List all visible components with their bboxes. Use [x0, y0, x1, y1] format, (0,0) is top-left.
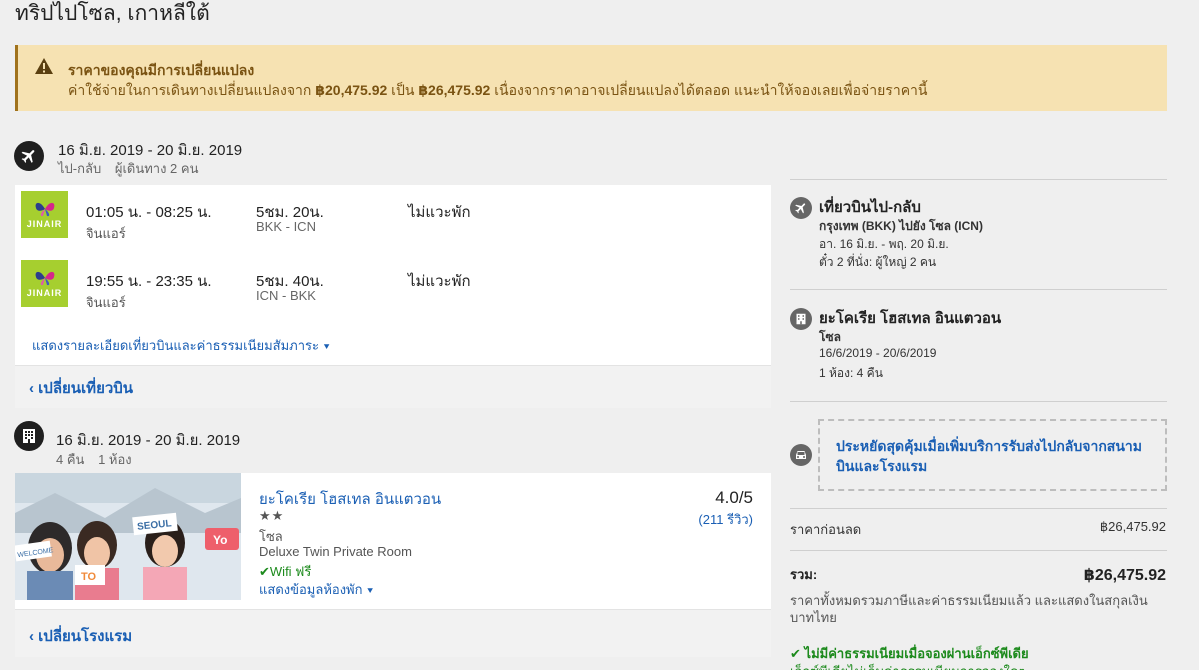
checkmark-icon: ✔ — [790, 646, 801, 661]
pre-discount-label: ราคาก่อนลด — [790, 522, 862, 537]
divider — [790, 401, 1167, 402]
summary-flight-title: เที่ยวบินไป-กลับ — [819, 199, 921, 216]
tax-note: ราคาทั้งหมดรวมภาษีและค่าธรรมเนียมแล้ว แล… — [790, 593, 1148, 625]
summary-hotel-title: ยะโคเรีย โฮสเทล อินแตวอน — [819, 310, 1002, 327]
hotel-name-link[interactable]: ยะโคเรีย โฮสเทล อินแตวอน — [259, 487, 441, 511]
hotel-meta: 4 คืน 1 ห้อง — [56, 452, 132, 467]
change-hotel-bar: ‹ เปลี่ยนโรงแรม — [15, 609, 771, 657]
change-flight-bar: ‹ เปลี่ยนเที่ยวบิน — [15, 365, 771, 408]
hotel-card: SEOUL WELCOME TO Yo ยะโคเรีย โฮสเทล อินแ… — [15, 473, 771, 609]
pre-discount-value: ฿26,475.92 — [1099, 519, 1166, 534]
building-icon — [14, 421, 44, 451]
hotel-photo[interactable]: SEOUL WELCOME TO Yo — [15, 473, 241, 600]
leg-times: 01:05 น. - 08:25 น. — [86, 204, 212, 221]
leg-airline: จินแอร์ — [86, 295, 126, 310]
transfer-promo-link[interactable]: ประหยัดสุดคุ้มเมื่อเพิ่มบริการรับส่งไปกล… — [836, 436, 1156, 476]
airplane-icon — [790, 197, 812, 219]
chevron-double-down-icon: ⯆ — [366, 586, 375, 597]
leg-stops: ไม่แวะพัก — [408, 273, 471, 290]
alert-body: ค่าใช้จ่ายในการเดินทางเปลี่ยนแปลงจาก ฿20… — [68, 82, 928, 98]
svg-text:Yo: Yo — [213, 533, 227, 547]
butterfly-icon — [35, 202, 54, 217]
old-price: ฿20,475.92 — [315, 82, 388, 98]
no-fee-subnote: เอ็กซ์พีเดียไม่เก็บค่าธรรมเนียมการจองใดๆ — [790, 661, 1025, 670]
jinair-logo: JINAIR — [21, 260, 68, 307]
flight-meta: ไป-กลับ ผู้เดินทาง 2 คน — [58, 161, 199, 176]
flight-details-link[interactable]: แสดงรายละเอียดเที่ยวบินและค่าธรรมเนียมสั… — [32, 335, 331, 356]
new-price: ฿26,475.92 — [418, 82, 491, 98]
summary-hotel-city: โซล — [819, 330, 841, 344]
alert-title: ราคาของคุณมีการเปลี่ยนแปลง — [68, 62, 255, 78]
butterfly-icon — [35, 271, 54, 286]
divider — [790, 550, 1167, 551]
warning-icon — [35, 58, 53, 74]
leg-stops: ไม่แวะพัก — [408, 204, 471, 221]
car-icon — [790, 444, 812, 466]
leg-route: BKK - ICN — [256, 219, 316, 234]
flight-card: JINAIR 01:05 น. - 08:25 น. จินแอร์ 5ชม. … — [15, 185, 771, 365]
chevron-double-down-icon: ⯆ — [322, 342, 331, 353]
airplane-icon — [14, 141, 44, 171]
summary-flight-tickets: ตั๋ว 2 ที่นั่ง: ผู้ใหญ่ 2 คน — [819, 255, 937, 269]
page-title: ทริปไปโซล, เกาหลีใต้ — [15, 2, 210, 25]
change-hotel-button[interactable]: ‹ เปลี่ยนโรงแรม — [29, 624, 132, 648]
room-info-link[interactable]: แสดงข้อมูลห้องพัก ⯆ — [259, 579, 374, 600]
divider — [790, 508, 1167, 509]
leg-times: 19:55 น. - 23:35 น. — [86, 273, 212, 290]
summary-hotel-rooms: 1 ห้อง: 4 คืน — [819, 366, 883, 380]
divider — [790, 289, 1167, 290]
hotel-rating: 4.0/5 — [715, 488, 753, 507]
hotel-reviews-link[interactable]: (211 รีวิว) — [698, 509, 753, 530]
jinair-logo: JINAIR — [21, 191, 68, 238]
change-flight-button[interactable]: ‹ เปลี่ยนเที่ยวบิน — [29, 376, 133, 400]
building-icon — [790, 308, 812, 330]
hotel-room-type: Deluxe Twin Private Room — [259, 544, 412, 559]
summary-flight-dates: อา. 16 มิ.ย. - พฤ. 20 มิ.ย. — [819, 237, 949, 251]
price-change-alert: ราคาของคุณมีการเปลี่ยนแปลง ค่าใช้จ่ายในก… — [15, 45, 1167, 111]
leg-route: ICN - BKK — [256, 288, 316, 303]
chevron-left-icon: ‹ — [29, 628, 34, 645]
total-label: รวม: — [790, 567, 818, 582]
svg-text:TO: TO — [81, 571, 97, 583]
chevron-left-icon: ‹ — [29, 380, 34, 397]
summary-flight-route: กรุงเทพ (BKK) ไปยัง โซล (ICN) — [819, 219, 983, 233]
transfer-promo[interactable]: ประหยัดสุดคุ้มเมื่อเพิ่มบริการรับส่งไปกล… — [818, 419, 1167, 491]
total-value: ฿26,475.92 — [1083, 567, 1166, 584]
hotel-star-rating: ★★ — [259, 508, 285, 523]
divider — [790, 179, 1167, 180]
checkmark-icon: ✔ — [259, 564, 270, 579]
leg-airline: จินแอร์ — [86, 226, 126, 241]
summary-hotel-dates: 16/6/2019 - 20/6/2019 — [819, 346, 937, 360]
